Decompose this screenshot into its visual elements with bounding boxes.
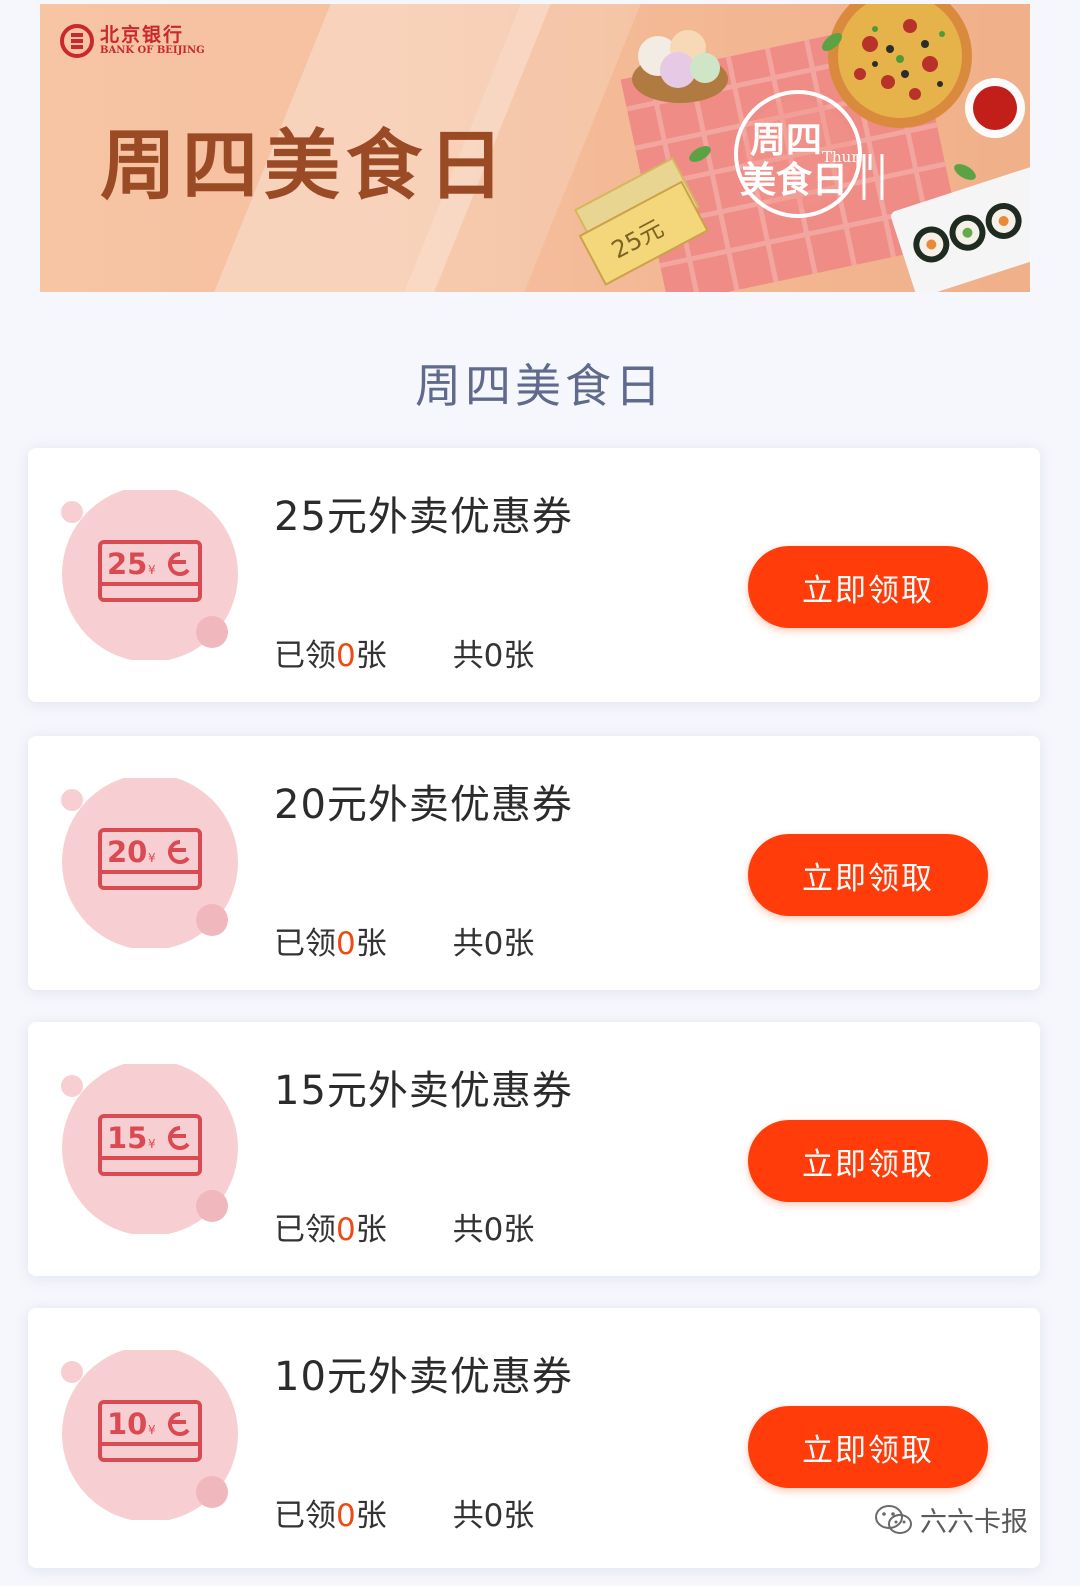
- svg-text:¥: ¥: [148, 851, 156, 865]
- watermark-text: 六六卡报: [920, 1507, 1028, 1538]
- claimed-unit: 张: [355, 926, 387, 962]
- svg-text:美食日: 美食日: [740, 160, 848, 201]
- wechat-icon: [875, 1504, 912, 1534]
- claimed-count: 0: [336, 1498, 356, 1534]
- claimed-label: 已领: [274, 926, 336, 962]
- svg-text:25: 25: [107, 547, 147, 581]
- total-count: 共0张: [452, 926, 535, 962]
- coupon-icon: 15 ¥: [61, 1064, 238, 1234]
- svg-text:¥: ¥: [148, 563, 156, 577]
- rice-balls: [632, 30, 728, 103]
- coupon-icon: 10 ¥: [61, 1350, 238, 1520]
- bank-logo: 北京银行 BANK OF BEIJING: [60, 24, 205, 58]
- claim-button[interactable]: 立即领取: [748, 1120, 988, 1202]
- watermark: 六六卡报: [874, 1500, 1028, 1539]
- coupon-card: 20 ¥ 20元外卖优惠券 已领0张 共0张 立即领取: [28, 736, 1040, 990]
- claimed-label: 已领: [274, 638, 336, 674]
- claimed-unit: 张: [355, 1212, 387, 1248]
- total-count: 共0张: [452, 638, 535, 674]
- bank-name-cn: 北京银行: [100, 24, 185, 46]
- section-title: 周四美食日: [415, 359, 665, 413]
- claimed-label: 已领: [274, 1498, 336, 1534]
- promo-banner[interactable]: 北京银行 BANK OF BEIJING 周四美食日 25元 周四 Thur 美…: [40, 4, 1030, 292]
- claimed-unit: 张: [355, 638, 387, 674]
- coupon-title: 10元外卖优惠券: [274, 1354, 573, 1400]
- claimed-count: 0: [336, 1212, 356, 1248]
- coupon-title: 15元外卖优惠券: [274, 1068, 573, 1114]
- claim-button[interactable]: 立即领取: [748, 546, 988, 628]
- svg-text:¥: ¥: [148, 1423, 156, 1437]
- coupon-title: 20元外卖优惠券: [274, 782, 573, 828]
- bank-name-en: BANK OF BEIJING: [100, 45, 205, 56]
- svg-text:20: 20: [107, 835, 147, 869]
- claimed-label: 已领: [274, 1212, 336, 1248]
- total-count: 共0张: [452, 1498, 535, 1534]
- svg-text:¥: ¥: [148, 1137, 156, 1151]
- coupon-stats: 已领0张 共0张: [274, 918, 534, 963]
- coupon-card: 15 ¥ 15元外卖优惠券 已领0张 共0张 立即领取: [28, 1022, 1040, 1276]
- coupon-stats: 已领0张 共0张: [274, 1204, 534, 1249]
- coupon-card: 25 ¥ 25元外卖优惠券 已领0张 共0张 立即领取: [28, 448, 1040, 702]
- svg-text:周四: 周四: [750, 120, 822, 161]
- coupon-title: 25元外卖优惠券: [274, 494, 573, 540]
- claim-button[interactable]: 立即领取: [748, 834, 988, 916]
- claimed-unit: 张: [355, 1498, 387, 1534]
- svg-text:15: 15: [107, 1121, 147, 1155]
- claimed-count: 0: [336, 926, 356, 962]
- svg-text:10: 10: [107, 1407, 147, 1441]
- coupon-icon: 20 ¥: [61, 778, 238, 948]
- bank-logo-icon: [60, 24, 94, 58]
- banner-title: 周四美食日: [100, 121, 510, 210]
- coupon-stats: 已领0张 共0张: [274, 630, 534, 675]
- coupon-stats: 已领0张 共0张: [274, 1490, 534, 1535]
- claim-button[interactable]: 立即领取: [748, 1406, 988, 1488]
- food-illustration: 25元 周四 Thur 美食日: [573, 4, 1030, 292]
- total-count: 共0张: [452, 1212, 535, 1248]
- coupon-icon: 25 ¥: [61, 490, 238, 660]
- claimed-count: 0: [336, 638, 356, 674]
